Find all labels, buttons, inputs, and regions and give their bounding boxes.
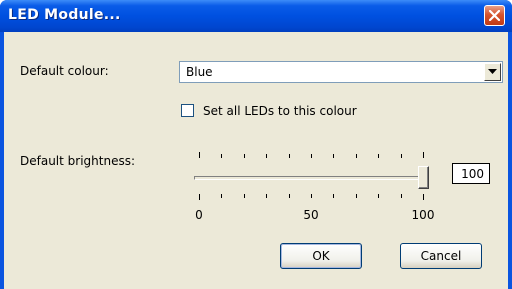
set-all-leds-label: Set all LEDs to this colour: [203, 104, 357, 118]
default-brightness-label: Default brightness:: [20, 154, 136, 168]
slider-tick: [311, 194, 312, 198]
slider-tick: [221, 154, 222, 158]
cancel-button[interactable]: Cancel: [400, 243, 482, 269]
dialog-body: Default colour: Blue Set all LEDs to thi…: [4, 32, 508, 289]
ok-button[interactable]: OK: [280, 243, 362, 269]
slider-tick: [356, 194, 357, 198]
close-x-icon: [489, 10, 500, 21]
set-all-leds-checkbox[interactable]: [181, 104, 194, 117]
brightness-value-box: 100: [452, 163, 490, 184]
tick-label-min: 0: [195, 208, 203, 222]
tick-label-mid: 50: [303, 208, 319, 222]
slider-tick: [289, 194, 290, 198]
slider-tick: [333, 154, 334, 158]
slider-tick: [221, 194, 222, 198]
slider-track[interactable]: [194, 176, 424, 180]
tick-label-max: 100: [411, 208, 435, 222]
brightness-value: 100: [461, 167, 484, 181]
close-button[interactable]: [484, 5, 505, 26]
slider-tick: [266, 194, 267, 198]
slider-tick: [356, 154, 357, 158]
slider-tick: [401, 194, 402, 198]
title-bar[interactable]: LED Module...: [0, 0, 512, 32]
colour-select-value: Blue: [186, 65, 213, 79]
chevron-down-icon: [488, 69, 497, 74]
slider-tick: [244, 194, 245, 198]
slider-tick: [199, 194, 200, 200]
slider-tick: [423, 152, 424, 158]
slider-tick: [289, 154, 290, 158]
default-colour-label: Default colour:: [20, 64, 109, 78]
colour-dropdown-button[interactable]: [484, 63, 501, 81]
dialog-window: LED Module... Default colour: Blue Set a…: [0, 0, 512, 289]
slider-tick: [311, 154, 312, 158]
slider-tick: [199, 152, 200, 158]
slider-tick: [333, 194, 334, 198]
brightness-slider[interactable]: 0 50 100: [189, 150, 439, 230]
slider-tick: [378, 194, 379, 198]
colour-select[interactable]: Blue: [179, 61, 503, 83]
dialog-title: LED Module...: [8, 7, 121, 23]
slider-tick: [266, 154, 267, 158]
slider-tick: [423, 194, 424, 200]
slider-tick: [244, 154, 245, 158]
slider-thumb[interactable]: [418, 166, 429, 189]
slider-tick: [378, 154, 379, 158]
slider-tick: [401, 154, 402, 158]
